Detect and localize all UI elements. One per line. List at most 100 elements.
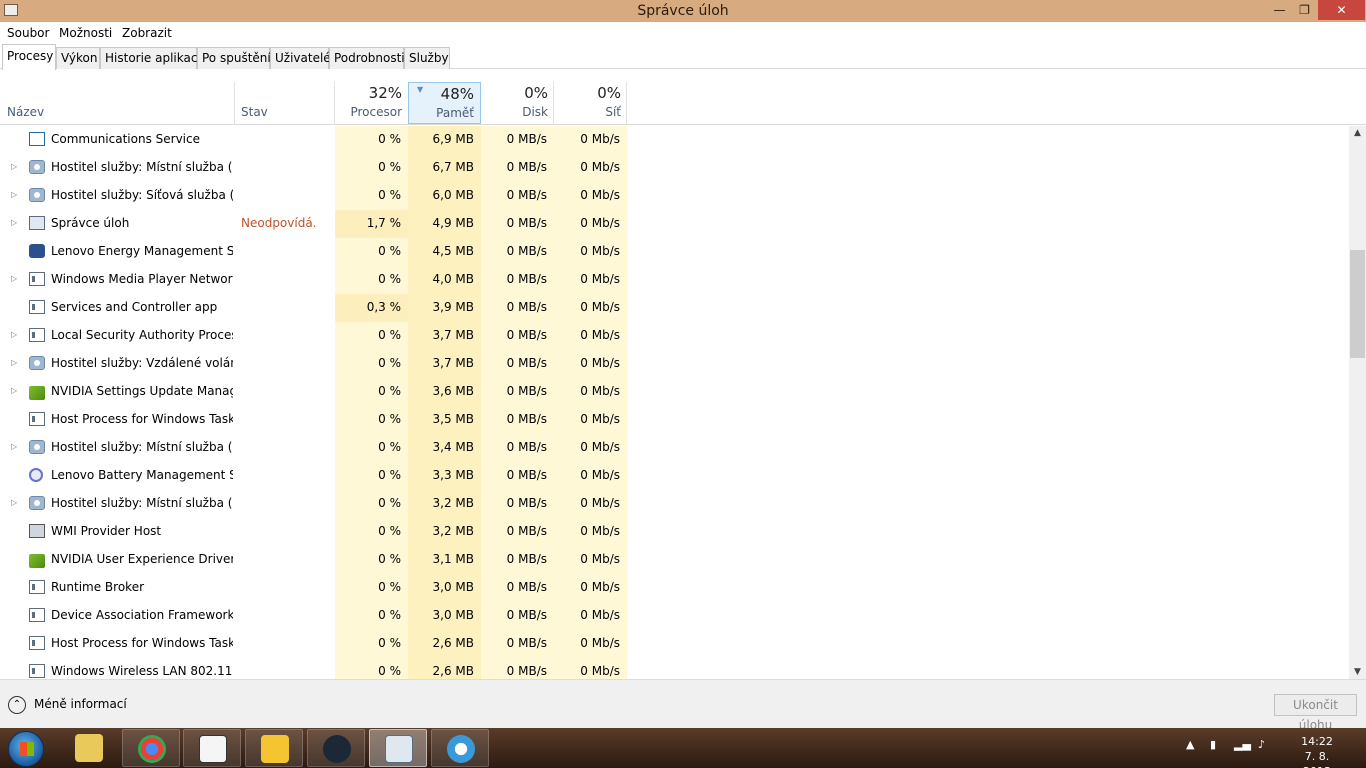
vertical-scrollbar[interactable]: ▲ ▼: [1349, 126, 1366, 679]
minimize-button[interactable]: —: [1266, 0, 1293, 20]
menu-file[interactable]: Soubor: [7, 26, 49, 40]
process-memory: 3,7 MB: [432, 328, 474, 342]
column-name[interactable]: Název: [7, 105, 44, 119]
process-cpu: 0,3 %: [335, 294, 408, 322]
menu-view[interactable]: Zobrazit: [122, 26, 172, 40]
process-name: Device Association Framework ...: [51, 608, 233, 622]
process-disk: 0 MB/s: [506, 328, 547, 342]
column-status[interactable]: Stav: [241, 105, 268, 119]
process-network: 0 Mb/s: [580, 468, 620, 482]
start-button[interactable]: [8, 731, 44, 767]
scroll-up-icon[interactable]: ▲: [1349, 128, 1366, 138]
expand-arrow-icon[interactable]: ▷: [11, 274, 17, 283]
tab-performance[interactable]: Výkon: [56, 47, 100, 69]
tab-details[interactable]: Podrobnosti: [329, 47, 405, 69]
process-row[interactable]: ▷ Local Security Authority Process... 0 % 3…: [0, 322, 1349, 350]
taskbar-paint[interactable]: [431, 729, 489, 767]
process-row[interactable]: Communications Service 0 % 6,9 MB 0 MB/s 0 M…: [0, 126, 1349, 154]
task-manager-icon: [385, 735, 413, 763]
taskbar-chrome[interactable]: [122, 729, 180, 767]
process-row[interactable]: Lenovo Energy Management So... 0 % 4,5 MB 0…: [0, 238, 1349, 266]
tab-processes[interactable]: Procesy: [2, 44, 56, 70]
taskbar-task-manager[interactable]: [369, 729, 427, 767]
column-cpu[interactable]: 32% Procesor: [335, 82, 408, 124]
expand-arrow-icon[interactable]: ▷: [11, 162, 17, 171]
gear-icon: [29, 160, 45, 174]
menu-options[interactable]: Možnosti: [59, 26, 112, 40]
column-memory[interactable]: ▼ 48% Paměť: [408, 82, 481, 124]
process-row[interactable]: ▷ Hostitel služby: Místní služba (b... 0 %…: [0, 490, 1349, 518]
process-row[interactable]: Lenovo Battery Management So... 0 % 3,3 MB…: [0, 462, 1349, 490]
process-network: 0 Mb/s: [580, 412, 620, 426]
process-name: NVIDIA User Experience Driver C...: [51, 552, 233, 566]
menu-bar: Soubor Možnosti Zobrazit: [0, 22, 1366, 44]
process-row[interactable]: NVIDIA User Experience Driver C... 0 % 3,1…: [0, 546, 1349, 574]
process-disk: 0 MB/s: [506, 244, 547, 258]
process-cpu: 0 %: [378, 384, 401, 398]
column-divider[interactable]: [626, 82, 627, 125]
column-network[interactable]: 0% Síť: [554, 82, 627, 124]
expand-arrow-icon[interactable]: ▷: [11, 330, 17, 339]
expand-arrow-icon[interactable]: ▷: [11, 358, 17, 367]
process-row[interactable]: ▷ Správce úloh Neodpovídá. 1,7 % 4,9 MB 0 MB/…: [0, 210, 1349, 238]
cpu-total: 32%: [368, 84, 402, 102]
chevron-up-icon[interactable]: ⌃: [8, 696, 26, 714]
expand-arrow-icon[interactable]: ▷: [11, 386, 17, 395]
expand-arrow-icon[interactable]: ▷: [11, 442, 17, 451]
maximize-button[interactable]: ❐: [1291, 0, 1318, 20]
process-network: 0 Mb/s: [580, 664, 620, 678]
taskbar-app[interactable]: [183, 729, 241, 767]
taskbar-steam[interactable]: [307, 729, 365, 767]
process-row[interactable]: Host Process for Windows Tasks 0 % 2,6 MB 0…: [0, 630, 1349, 658]
end-task-button[interactable]: Ukončit úlohu: [1274, 694, 1357, 732]
process-disk: 0 MB/s: [506, 636, 547, 650]
show-hidden-icons-icon[interactable]: ▲: [1186, 738, 1194, 751]
taskbar-explorer[interactable]: [60, 729, 118, 767]
process-cpu: 0 %: [378, 412, 401, 426]
expand-arrow-icon[interactable]: ▷: [11, 498, 17, 507]
network-signal-icon[interactable]: ▂▄: [1234, 738, 1251, 751]
process-row[interactable]: Windows Wireless LAN 802.11 E... 0 % 2,6 M…: [0, 658, 1349, 679]
process-row[interactable]: Host Process for Windows Tasks 0 % 3,5 MB 0…: [0, 406, 1349, 434]
task-manager-icon: [29, 216, 45, 230]
scroll-down-icon[interactable]: ▼: [1349, 667, 1366, 677]
process-disk: 0 MB/s: [506, 300, 547, 314]
column-disk[interactable]: 0% Disk: [481, 82, 554, 124]
column-divider[interactable]: [234, 82, 235, 125]
tab-services[interactable]: Služby: [404, 47, 450, 69]
process-row[interactable]: Services and Controller app 0,3 % 3,9 MB 0 …: [0, 294, 1349, 322]
process-row[interactable]: Device Association Framework ... 0 % 3,0 M…: [0, 602, 1349, 630]
wmi-icon: [29, 524, 45, 538]
tab-users[interactable]: Uživatelé: [270, 47, 331, 69]
winamp-icon: [261, 735, 289, 763]
process-name: Host Process for Windows Tasks: [51, 636, 233, 650]
power-icon[interactable]: ▮: [1210, 738, 1216, 751]
process-row[interactable]: Runtime Broker 0 % 3,0 MB 0 MB/s 0 Mb/s: [0, 574, 1349, 602]
process-row[interactable]: ▷ Hostitel služby: Místní služba (8) 0 % 6,…: [0, 154, 1349, 182]
window-icon: [29, 328, 45, 342]
process-row[interactable]: ▷ Hostitel služby: Síťová služba (4) 0 % 6,…: [0, 182, 1349, 210]
tab-startup[interactable]: Po spuštění: [197, 47, 271, 69]
tab-app-history[interactable]: Historie aplikací: [100, 47, 201, 69]
process-row[interactable]: ▷ Windows Media Player Network... 0 % 4,0 M…: [0, 266, 1349, 294]
volume-icon[interactable]: ♪: [1258, 738, 1265, 751]
taskbar-winamp[interactable]: [245, 729, 303, 767]
process-row[interactable]: ▷ Hostitel služby: Vzdálené volání ... 0 %…: [0, 350, 1349, 378]
window-icon: [29, 580, 45, 594]
process-name: Runtime Broker: [51, 580, 145, 594]
process-cpu: 1,7 %: [335, 210, 408, 238]
process-network: 0 Mb/s: [580, 244, 620, 258]
expand-arrow-icon[interactable]: ▷: [11, 190, 17, 199]
clock[interactable]: 14:22 7. 8. 2013: [1290, 734, 1344, 768]
process-name: Services and Controller app: [51, 300, 218, 314]
process-row[interactable]: ▷ NVIDIA Settings Update Manag... 0 % 3,6 M…: [0, 378, 1349, 406]
process-row[interactable]: WMI Provider Host 0 % 3,2 MB 0 MB/s 0 Mb/s: [0, 518, 1349, 546]
process-row[interactable]: ▷ Hostitel služby: Místní služba (sí... 0 …: [0, 434, 1349, 462]
fewer-details-link[interactable]: Méně informací: [34, 697, 127, 711]
close-button[interactable]: ✕: [1318, 0, 1365, 20]
expand-arrow-icon[interactable]: ▷: [11, 218, 17, 227]
process-network: 0 Mb/s: [580, 188, 620, 202]
scroll-thumb[interactable]: [1350, 250, 1365, 358]
process-memory: 3,4 MB: [432, 440, 474, 454]
app-icon: [199, 735, 227, 763]
